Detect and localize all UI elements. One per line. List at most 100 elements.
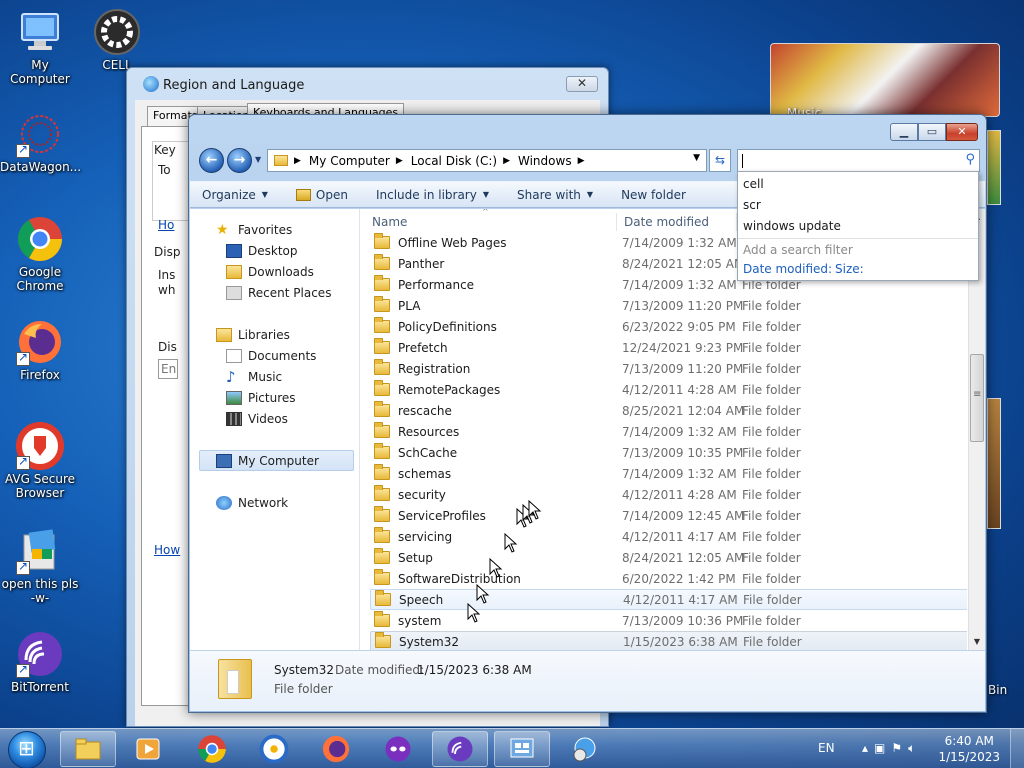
help-link[interactable]: How: [154, 543, 180, 557]
breadcrumb-local-disk[interactable]: Local Disk (C:): [411, 154, 497, 168]
sort-ascending-icon: ^: [482, 209, 489, 216]
clock[interactable]: 6:40 AM 1/15/2023: [938, 733, 1000, 765]
filter-date-modified[interactable]: Date modified:: [743, 262, 832, 276]
desktop-icon-datawagon[interactable]: DataWagon...: [0, 110, 81, 174]
scroll-down-arrow[interactable]: ▼: [969, 634, 985, 650]
table-row[interactable]: servicing 4/12/2011 4:17 AM File folder: [370, 526, 967, 547]
table-row[interactable]: SchCache 7/13/2009 10:35 PM File folder: [370, 442, 967, 463]
table-row[interactable]: Resources 7/14/2009 1:32 AM File folder: [370, 421, 967, 442]
table-row[interactable]: Speech 4/12/2011 4:17 AM File folder: [370, 589, 967, 610]
taskbar: EN ▴▣⚑🔈︎ 6:40 AM 1/15/2023: [0, 728, 1024, 768]
file-date-modified: 8/24/2021 12:05 AM: [622, 550, 745, 565]
start-button[interactable]: [8, 731, 46, 768]
taskbar-bittorrent[interactable]: [432, 731, 488, 767]
table-row[interactable]: Setup 8/24/2021 12:05 AM File folder: [370, 547, 967, 568]
breadcrumb-separator-icon[interactable]: ▶: [396, 156, 403, 166]
action-center-flag-icon[interactable]: ⚑: [891, 741, 908, 755]
table-row[interactable]: system 7/13/2009 10:36 PM File folder: [370, 610, 967, 631]
display-language-heading: Disp: [154, 245, 181, 259]
volume-icon[interactable]: 🔈︎: [908, 741, 921, 755]
desktop-icon-google-chrome[interactable]: Google Chrome: [0, 215, 80, 293]
table-row[interactable]: SoftwareDistribution 6/20/2022 1:42 PM Fil…: [370, 568, 967, 589]
nav-item-my-computer[interactable]: My Computer: [199, 450, 354, 471]
back-button[interactable]: ←: [199, 148, 224, 173]
table-row[interactable]: PolicyDefinitions 6/23/2022 9:05 PM File f…: [370, 316, 967, 337]
taskbar-region-settings[interactable]: [556, 731, 612, 767]
file-name: system: [398, 613, 442, 628]
desktop-icon-my-computer[interactable]: My Computer: [0, 8, 80, 86]
open-button[interactable]: Open: [295, 188, 348, 202]
taskbar-media-player[interactable]: [120, 731, 176, 767]
search-icon[interactable]: ⚲: [965, 152, 975, 167]
search-input[interactable]: ⚲: [737, 149, 980, 172]
taskbar-avg-browser[interactable]: [246, 731, 302, 767]
new-folder-button[interactable]: New folder: [621, 188, 686, 202]
folder-icon: [374, 233, 390, 249]
network-icon[interactable]: ▣: [874, 741, 891, 755]
file-date-modified: 4/12/2011 4:17 AM: [623, 592, 738, 607]
column-header-date-modified[interactable]: Date modified: [624, 215, 709, 229]
nav-item-libraries[interactable]: Libraries: [216, 324, 384, 345]
maximize-button[interactable]: ▭: [918, 123, 946, 141]
column-header-name[interactable]: Name: [372, 215, 407, 229]
taskbar-control-panel[interactable]: [494, 731, 550, 767]
share-with-button[interactable]: Share with ▼: [517, 188, 593, 202]
documents-icon: [226, 348, 242, 363]
desktop-icon-bittorrent[interactable]: BitTorrent: [0, 630, 80, 694]
taskbar-privacy-app[interactable]: [370, 731, 426, 767]
table-row[interactable]: security 4/12/2011 4:28 AM File folder: [370, 484, 967, 505]
music-gadget[interactable]: Music: [770, 43, 1000, 120]
table-row[interactable]: rescache 8/25/2021 12:04 AM File folder: [370, 400, 967, 421]
table-row[interactable]: Prefetch 12/24/2021 9:23 PM File folder: [370, 337, 967, 358]
table-row[interactable]: Registration 7/13/2009 11:20 PM File folde…: [370, 358, 967, 379]
table-row[interactable]: schemas 7/14/2009 1:32 AM File folder: [370, 463, 967, 484]
language-indicator[interactable]: EN: [818, 741, 835, 755]
recent-pages-dropdown-icon[interactable]: ▼: [255, 155, 261, 164]
breadcrumb-separator-icon[interactable]: ▶: [578, 156, 585, 166]
refresh-button[interactable]: ⇆: [709, 149, 731, 172]
include-in-library-button[interactable]: Include in library ▼: [376, 188, 489, 202]
breadcrumb-windows[interactable]: Windows: [518, 154, 572, 168]
folder-icon: [218, 659, 252, 699]
taskbar-firefox[interactable]: [308, 731, 364, 767]
forward-button[interactable]: →: [227, 148, 252, 173]
taskbar-explorer[interactable]: [60, 731, 116, 767]
table-row[interactable]: ServiceProfiles 7/14/2009 12:45 AM File fo…: [370, 505, 967, 526]
display-language-select[interactable]: En: [158, 359, 178, 379]
close-button[interactable]: ✕: [566, 76, 598, 92]
breadcrumb-separator-icon[interactable]: ▶: [294, 156, 301, 166]
recycle-bin-label[interactable]: Bin: [988, 683, 1007, 697]
table-row[interactable]: RemotePackages 4/12/2011 4:28 AM File fold…: [370, 379, 967, 400]
show-desktop-button[interactable]: [1010, 729, 1024, 768]
organize-label: Organize: [202, 187, 256, 202]
breadcrumb-my-computer[interactable]: My Computer: [309, 154, 390, 168]
nav-item-favorites[interactable]: ★ Favorites: [216, 219, 384, 240]
organize-button[interactable]: Organize ▼: [202, 188, 268, 202]
table-row[interactable]: System32 1/15/2023 6:38 AM File folder: [370, 631, 967, 650]
address-dropdown-icon[interactable]: ▼: [693, 153, 700, 163]
close-button[interactable]: ✕: [946, 123, 978, 141]
filter-size[interactable]: Size:: [835, 262, 864, 276]
folder-icon: [374, 359, 390, 375]
show-hidden-icons-icon[interactable]: ▴: [862, 741, 874, 755]
address-bar[interactable]: ▶ My Computer ▶ Local Disk (C:) ▶ Window…: [267, 149, 707, 172]
taskbar-chrome[interactable]: [184, 731, 240, 767]
desktop-icon-cell[interactable]: CELL: [77, 8, 157, 72]
nav-item-network[interactable]: Network: [216, 492, 384, 513]
suggestion-item[interactable]: windows update: [743, 219, 841, 233]
file-type: File folder: [743, 634, 802, 649]
breadcrumb-separator-icon[interactable]: ▶: [503, 156, 510, 166]
scroll-thumb[interactable]: [970, 354, 984, 442]
suggestion-item[interactable]: cell: [743, 177, 764, 191]
column-divider[interactable]: [616, 213, 617, 231]
table-row[interactable]: PLA 7/13/2009 11:20 PM File folder: [370, 295, 967, 316]
desktop-icon-open-this-pls[interactable]: open this pls -w-: [0, 527, 80, 605]
file-name: Prefetch: [398, 340, 448, 355]
suggestion-item[interactable]: scr: [743, 198, 761, 212]
desktop-icon-firefox[interactable]: Firefox: [0, 318, 80, 382]
shortcut-arrow-icon: [16, 662, 30, 678]
minimize-button[interactable]: ▁: [890, 123, 918, 141]
desktop-icon-avg-secure-browser[interactable]: AVG Secure Browser: [0, 422, 80, 500]
folder-icon: [375, 632, 391, 648]
keyboards-help-link[interactable]: Ho: [158, 218, 174, 232]
